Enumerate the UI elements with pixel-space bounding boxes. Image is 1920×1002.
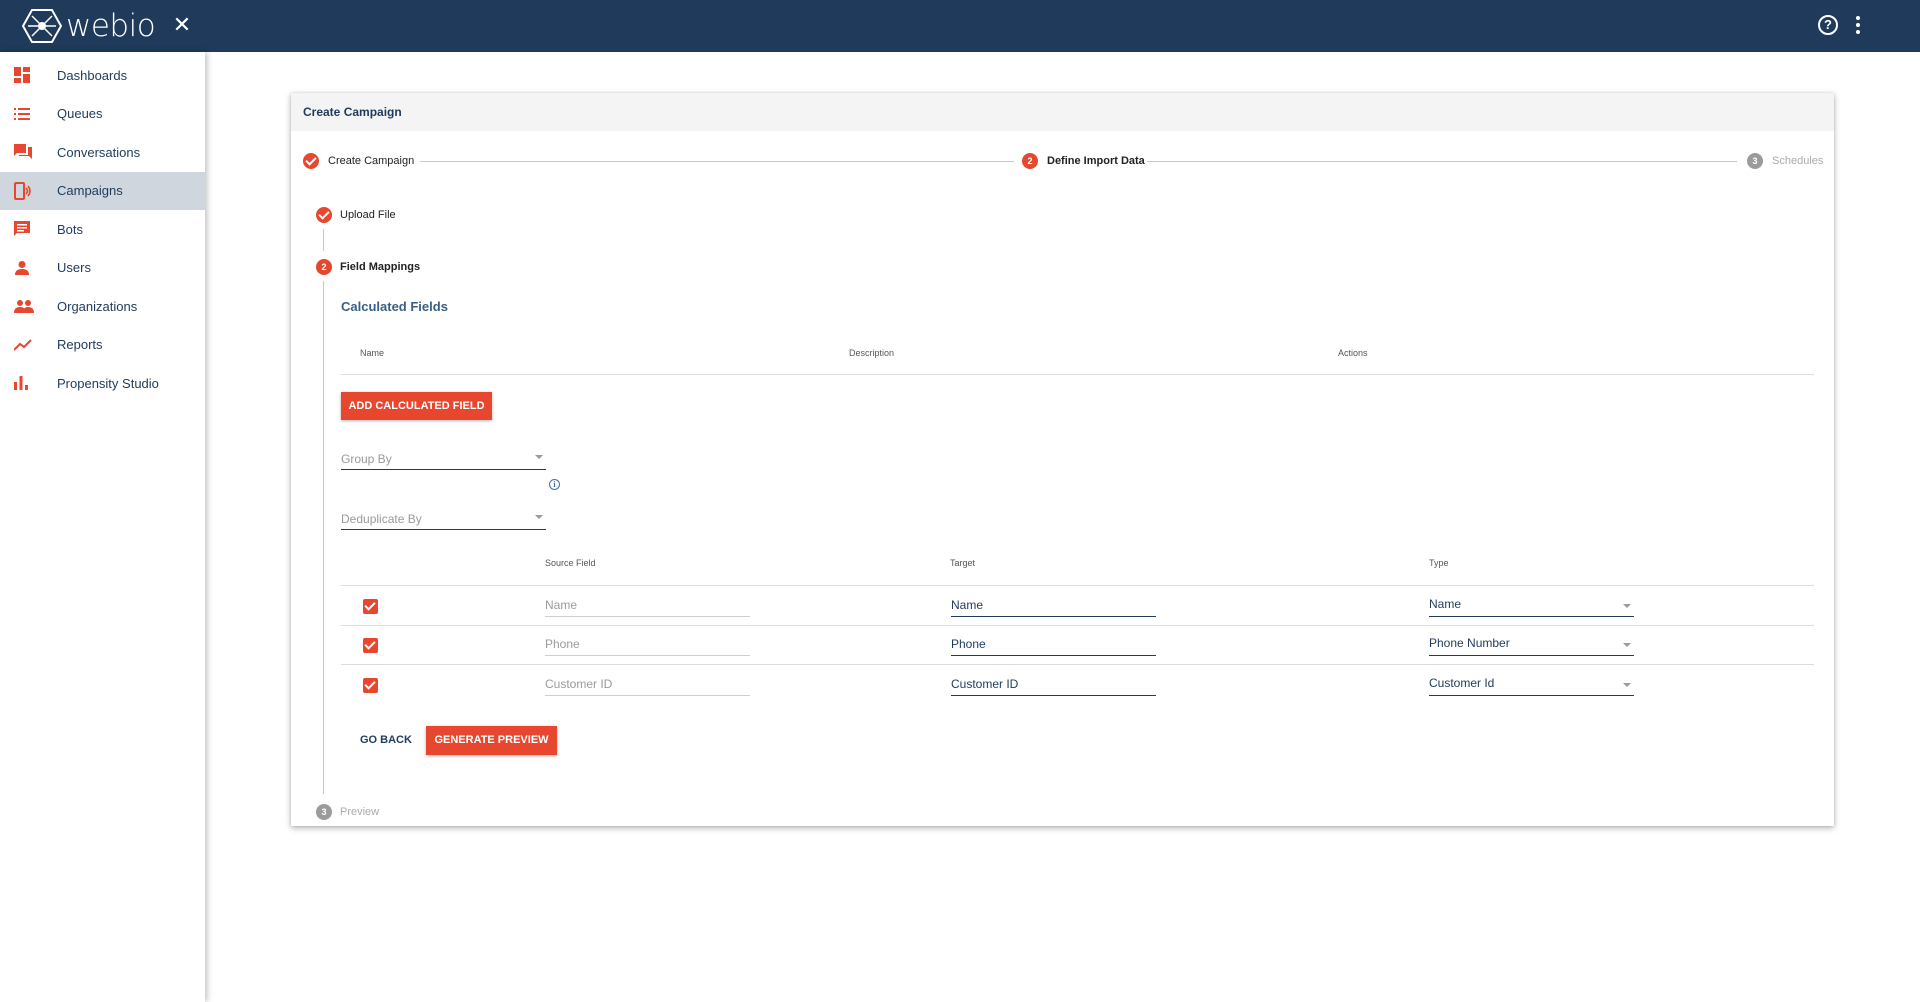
chevron-down-icon — [535, 515, 543, 519]
column-header-type[interactable]: Type — [1429, 558, 1449, 568]
sidebar-nav: Dashboards Queues Conversations Campaign… — [0, 52, 205, 1002]
sidebar-item-label: Dashboards — [57, 67, 128, 83]
substep-connector — [323, 281, 324, 794]
substep-connector — [323, 229, 324, 251]
column-header-name[interactable]: Name — [360, 348, 384, 358]
trend-icon — [0, 339, 57, 351]
deduplicate-by-select[interactable]: Deduplicate By — [341, 506, 546, 530]
stepper-connector — [420, 161, 1014, 162]
type-select[interactable]: Name — [1429, 593, 1634, 617]
step-number-badge: 2 — [1022, 153, 1038, 169]
bar-chart-icon — [0, 376, 57, 391]
chevron-down-icon — [1623, 683, 1631, 687]
step-create-campaign[interactable]: Create Campaign — [303, 153, 414, 169]
row-checkbox[interactable] — [363, 599, 378, 614]
top-bar: webio ✕ ? — [0, 0, 1920, 52]
substep-field-mappings[interactable]: 2 Field Mappings — [316, 259, 420, 275]
step-label: Create Campaign — [328, 155, 415, 167]
chevron-down-icon — [1623, 604, 1631, 608]
step-label: Schedules — [1772, 155, 1824, 167]
table-row-divider — [341, 625, 1814, 626]
row-checkbox[interactable] — [363, 638, 378, 653]
group-icon — [0, 299, 57, 314]
sidebar-item-campaigns[interactable]: Campaigns — [0, 171, 205, 210]
stepper-connector — [1147, 161, 1737, 162]
table-row-divider — [341, 664, 1814, 665]
list-icon — [0, 107, 57, 121]
calculated-fields-title: Calculated Fields — [341, 299, 448, 314]
sidebar-item-reports[interactable]: Reports — [0, 326, 205, 365]
dashboard-icon — [0, 67, 57, 84]
generate-preview-button[interactable]: GENERATE PREVIEW — [426, 726, 557, 755]
info-icon[interactable]: i — [549, 479, 560, 490]
step-define-import-data[interactable]: 2 Define Import Data — [1022, 153, 1145, 169]
source-field-input[interactable]: Name — [545, 593, 750, 617]
substep-upload-file[interactable]: Upload File — [316, 207, 396, 223]
chevron-down-icon — [535, 455, 543, 459]
target-field-input[interactable]: Name — [951, 593, 1156, 617]
column-header-description[interactable]: Description — [849, 348, 894, 358]
type-select[interactable]: Phone Number — [1429, 632, 1634, 656]
sidebar-item-label: Conversations — [57, 144, 141, 160]
type-select-value: Name — [1429, 597, 1462, 611]
sidebar-item-label: Campaigns — [57, 183, 123, 199]
type-select[interactable]: Customer Id — [1429, 672, 1634, 696]
more-vertical-icon[interactable] — [1850, 14, 1866, 36]
substep-label: Upload File — [340, 209, 396, 221]
row-checkbox[interactable] — [363, 678, 378, 693]
step-schedules[interactable]: 3 Schedules — [1747, 153, 1823, 169]
column-header-source-field[interactable]: Source Field — [545, 558, 596, 568]
sidebar-item-queues[interactable]: Queues — [0, 95, 205, 134]
step-number-badge: 2 — [316, 259, 332, 275]
sidebar-item-users[interactable]: Users — [0, 249, 205, 288]
deduplicate-by-placeholder: Deduplicate By — [341, 512, 422, 526]
sidebar-item-label: Bots — [57, 221, 84, 237]
add-calculated-field-button[interactable]: ADD CALCULATED FIELD — [341, 392, 492, 420]
type-select-value: Phone Number — [1429, 636, 1510, 650]
target-field-input[interactable]: Customer ID — [951, 672, 1156, 696]
column-header-target[interactable]: Target — [950, 558, 975, 568]
step-label: Define Import Data — [1047, 155, 1145, 167]
chevron-down-icon — [1623, 643, 1631, 647]
table-divider — [341, 374, 1814, 375]
user-icon — [0, 260, 57, 276]
create-campaign-card: Create Campaign Create Campaign 2 Define… — [291, 93, 1834, 826]
group-by-placeholder: Group By — [341, 452, 392, 466]
brand-logo[interactable]: webio — [22, 8, 156, 44]
check-circle-icon — [316, 207, 332, 223]
close-icon[interactable]: ✕ — [170, 12, 194, 38]
sidebar-item-conversations[interactable]: Conversations — [0, 133, 205, 172]
group-by-select[interactable]: Group By — [341, 446, 546, 470]
sidebar-item-label: Queues — [57, 106, 103, 122]
sidebar-item-bots[interactable]: Bots — [0, 210, 205, 249]
brand-name: webio — [66, 8, 156, 44]
card-title: Create Campaign — [291, 93, 1834, 131]
sidebar-item-organizations[interactable]: Organizations — [0, 287, 205, 326]
step-number-badge: 3 — [316, 804, 332, 820]
sidebar-item-label: Users — [57, 260, 91, 276]
sidebar-item-label: Organizations — [57, 298, 138, 314]
type-select-value: Customer Id — [1429, 676, 1495, 690]
webio-logo-icon — [22, 9, 62, 43]
message-icon — [0, 221, 57, 237]
sidebar-item-label: Propensity Studio — [57, 375, 159, 391]
go-back-button[interactable]: GO BACK — [360, 734, 412, 746]
table-divider — [341, 585, 1814, 586]
column-header-actions[interactable]: Actions — [1338, 348, 1368, 358]
sidebar-item-label: Reports — [57, 337, 103, 353]
step-number-badge: 3 — [1747, 153, 1763, 169]
chat-icon — [0, 144, 57, 160]
sidebar-item-dashboards[interactable]: Dashboards — [0, 56, 205, 95]
substep-preview[interactable]: 3 Preview — [316, 804, 379, 820]
source-field-input[interactable]: Customer ID — [545, 672, 750, 696]
target-field-input[interactable]: Phone — [951, 632, 1156, 656]
substep-label: Preview — [340, 806, 380, 818]
help-circle-icon[interactable]: ? — [1818, 15, 1838, 35]
sidebar-item-propensity-studio[interactable]: Propensity Studio — [0, 364, 205, 403]
source-field-input[interactable]: Phone — [545, 632, 750, 656]
substep-label: Field Mappings — [340, 261, 421, 273]
check-circle-icon — [303, 153, 319, 169]
campaign-icon — [0, 181, 57, 200]
